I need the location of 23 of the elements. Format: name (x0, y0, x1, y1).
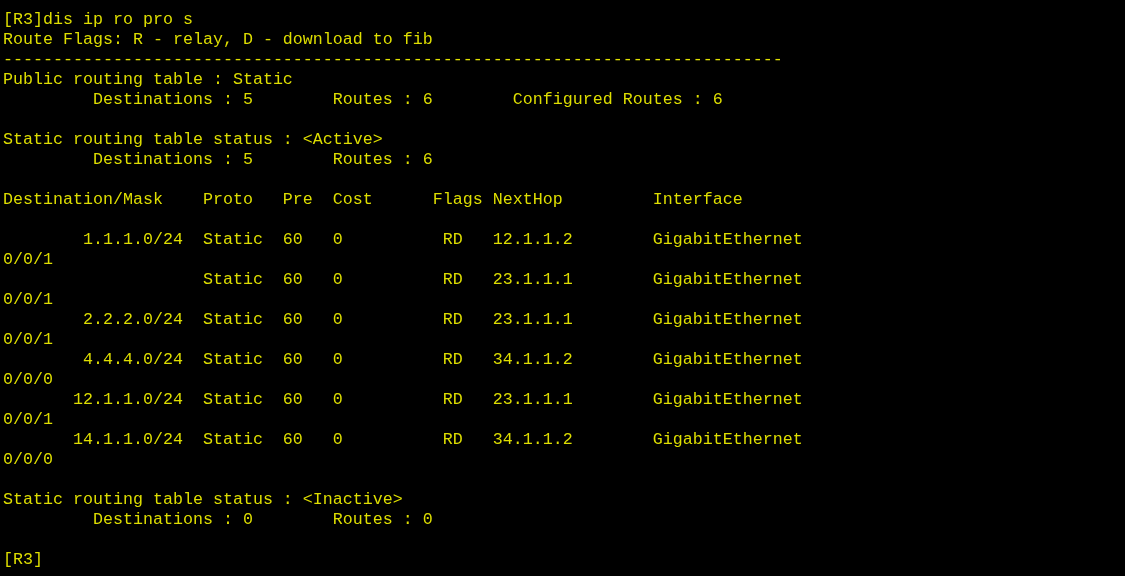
terminal-line: 14.1.1.0/24 Static 60 0 RD 34.1.1.2 GigabitEthernet (71, 430, 803, 450)
terminal-line: 4.4.4.0/24 Static 60 0 RD 34.1.1.2 GigabitEthernet (81, 350, 803, 370)
terminal-line: 0/0/1 (3, 330, 53, 350)
terminal-line: Destinations : 5 Routes : 6 Configured Routes : 6 (91, 90, 723, 110)
terminal-line: Static routing table status : <Active> (3, 130, 383, 150)
terminal-line: Static 60 0 RD 23.1.1.1 GigabitEthernet (201, 270, 803, 290)
terminal-line: 0/0/1 (3, 290, 53, 310)
terminal-line: 12.1.1.0/24 Static 60 0 RD 23.1.1.1 GigabitEthernet (71, 390, 803, 410)
terminal-line: 0/0/1 (3, 250, 53, 270)
terminal-line: 0/0/0 (3, 370, 53, 390)
terminal-line: 0/0/0 (3, 450, 53, 470)
terminal-line: [R3]dis ip ro pro s (3, 10, 193, 30)
terminal-line: Route Flags: R - relay, D - download to fib (3, 30, 433, 50)
terminal-line: 1.1.1.0/24 Static 60 0 RD 12.1.1.2 GigabitEthernet (81, 230, 803, 250)
terminal-line: Static routing table status : <Inactive> (3, 490, 403, 510)
terminal-line: 0/0/1 (3, 410, 53, 430)
terminal-line: Destinations : 5 Routes : 6 (91, 150, 433, 170)
terminal-line: Destinations : 0 Routes : 0 (91, 510, 433, 530)
terminal-line: 2.2.2.0/24 Static 60 0 RD 23.1.1.1 GigabitEthernet (81, 310, 803, 330)
terminal-line: Destination/Mask Proto Pre Cost Flags NextHop Interface (3, 190, 743, 210)
terminal-line: Public routing table : Static (3, 70, 293, 90)
terminal-line: [R3] (3, 550, 43, 570)
terminal-line: ------------------------------------------------------------------------------ (3, 50, 783, 70)
